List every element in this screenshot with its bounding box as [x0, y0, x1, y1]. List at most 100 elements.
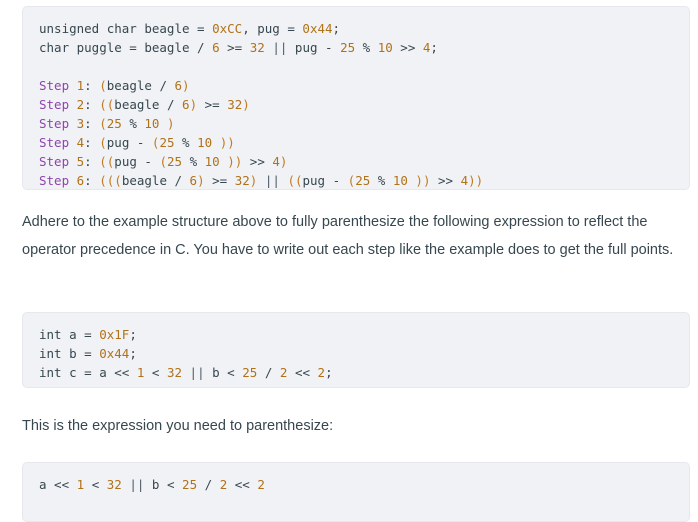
code-token: 0x1F	[99, 327, 130, 342]
code-token: char puggle = beagle /	[39, 40, 213, 55]
code-token: pug -	[114, 154, 160, 169]
code-token: (	[99, 78, 107, 93]
code-token: :	[84, 154, 100, 169]
expression-code-content: a << 1 < 32 || b < 25 / 2 << 2	[23, 475, 689, 494]
example-code-content: unsigned char beagle = 0xCC, pug = 0x44;…	[23, 19, 689, 190]
code-token: 10	[144, 116, 160, 131]
code-token: b <	[204, 365, 243, 380]
code-token: :	[84, 97, 100, 112]
code-token: ;	[129, 346, 137, 361]
example-code-block: unsigned char beagle = 0xCC, pug = 0x44;…	[22, 6, 690, 190]
code-token: 2	[317, 365, 326, 380]
code-token: ;	[430, 40, 438, 55]
code-token: <<	[287, 365, 318, 380]
code-token: )	[242, 97, 250, 112]
code-token: >=	[197, 97, 228, 112]
code-token: int a =	[39, 327, 100, 342]
code-token: <	[84, 477, 107, 492]
code-token: ))	[227, 154, 243, 169]
code-token: %	[182, 154, 205, 169]
code-line: a << 1 < 32 || b < 25 / 2 << 2	[39, 475, 673, 494]
code-token: :	[84, 135, 100, 150]
code-token: 10	[377, 40, 393, 55]
code-token: ((	[99, 154, 115, 169]
code-line: Step 4: (pug - (25 % 10 ))	[39, 133, 673, 152]
code-token: ))	[219, 135, 235, 150]
code-token: 6	[182, 97, 190, 112]
code-token: Step	[39, 135, 70, 150]
code-token: >>	[430, 173, 461, 188]
code-token: a <<	[39, 477, 77, 492]
code-token: ||	[129, 477, 145, 492]
code-token: , pug =	[242, 21, 303, 36]
code-token: <<	[227, 477, 258, 492]
code-token: %	[355, 40, 378, 55]
code-token: b <	[144, 477, 183, 492]
code-token: ((	[287, 173, 303, 188]
code-token: 6	[174, 78, 183, 93]
code-token: 0x44	[99, 346, 130, 361]
code-token: 25	[166, 154, 183, 169]
code-line: Step 5: ((pug - (25 % 10 )) >> 4)	[39, 152, 673, 171]
code-token: /	[197, 477, 220, 492]
code-token: 10	[392, 173, 408, 188]
code-token: Step	[39, 173, 70, 188]
code-token: 10	[204, 154, 220, 169]
code-token: 4	[272, 154, 280, 169]
code-line: Step 2: ((beagle / 6) >= 32)	[39, 95, 673, 114]
code-token: 4	[460, 173, 469, 188]
code-token: pug -	[106, 135, 152, 150]
code-token: 32	[227, 97, 243, 112]
code-token: ||	[272, 40, 288, 55]
code-token: 32	[166, 365, 183, 380]
code-token: (((	[99, 173, 122, 188]
code-token: beagle /	[114, 97, 183, 112]
code-line: unsigned char beagle = 0xCC, pug = 0x44;	[39, 19, 673, 38]
code-token: (	[159, 154, 167, 169]
code-token: ))	[468, 173, 484, 188]
code-token: ((	[99, 97, 115, 112]
code-token: beagle /	[121, 173, 190, 188]
code-token: 25	[106, 116, 122, 131]
code-token: Step	[39, 78, 70, 93]
code-token: %	[174, 135, 198, 150]
code-token: >>	[242, 154, 273, 169]
code-token: :	[84, 173, 100, 188]
problem-code-content: int a = 0x1F; int b = 0x44; int c = a <<…	[23, 325, 689, 382]
code-token: 32	[106, 477, 122, 492]
code-token: ||	[189, 365, 205, 380]
code-token: 6	[212, 40, 220, 55]
code-token: %	[370, 173, 393, 188]
code-token: )	[167, 116, 175, 131]
code-token: (	[99, 135, 107, 150]
code-token: 0xCC	[212, 21, 243, 36]
code-token: )	[189, 97, 198, 112]
code-token: 25	[159, 135, 175, 150]
code-token: 25	[242, 365, 258, 380]
code-token: int b =	[39, 346, 100, 361]
code-token: ;	[325, 365, 333, 380]
code-token: >=	[219, 40, 250, 55]
code-token: 25	[182, 477, 198, 492]
code-token: 25	[355, 173, 371, 188]
code-token: 25	[340, 40, 356, 55]
code-line: Step 3: (25 % 10 )	[39, 114, 673, 133]
code-line: Step 6: (((beagle / 6) >= 32) || ((pug -…	[39, 171, 673, 190]
code-token: pug -	[287, 40, 341, 55]
code-token: ))	[415, 173, 431, 188]
code-token: 0x44	[302, 21, 333, 36]
code-token: /	[257, 365, 280, 380]
expression-prompt-paragraph: This is the expression you need to paren…	[22, 418, 334, 434]
code-token: >=	[204, 173, 235, 188]
code-token: int c = a <<	[39, 365, 137, 380]
code-token: unsigned char beagle =	[39, 21, 213, 36]
